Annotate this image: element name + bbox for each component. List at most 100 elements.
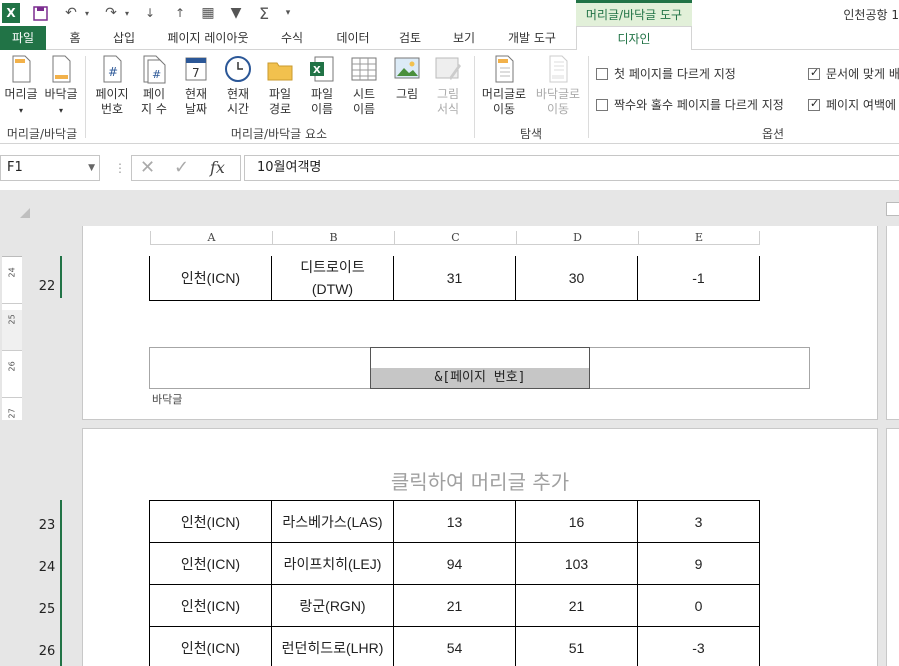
table-cell[interactable]: 94 — [393, 542, 516, 585]
tab-file[interactable]: 파일 — [0, 26, 46, 50]
filter-icon[interactable]: ▼ — [226, 3, 246, 23]
diff-odd-even-label: 짝수와 홀수 페이지를 다르게 지정 — [614, 98, 784, 112]
table-cell[interactable]: 인천(ICN) — [149, 542, 272, 585]
file-name-button[interactable]: X 파일 이름 — [302, 54, 342, 117]
current-time-button[interactable]: 현재 시간 — [218, 54, 258, 117]
table-cell[interactable]: 51 — [515, 626, 638, 666]
tab-view[interactable]: 보기 — [444, 26, 484, 50]
name-box-value: F1 — [7, 160, 23, 175]
undo-icon[interactable]: ↶ — [60, 3, 82, 23]
row-header-26[interactable]: 26 — [34, 626, 62, 666]
goto-header-label-1: 머리글로 — [481, 87, 527, 101]
column-header-c[interactable]: C — [394, 231, 516, 245]
tab-page-layout[interactable]: 페이지 레이아웃 — [158, 26, 258, 50]
name-box-dropdown-icon[interactable]: ▼ — [88, 156, 95, 180]
tab-developer[interactable]: 개발 도구 — [500, 26, 564, 50]
table-cell[interactable]: 31 — [393, 256, 516, 301]
diff-first-page-label: 첫 페이지를 다르게 지정 — [614, 67, 736, 81]
enter-icon[interactable]: ✓ — [174, 157, 189, 178]
tab-data[interactable]: 데이터 — [328, 26, 378, 50]
folder-icon — [267, 62, 293, 81]
table-cell[interactable]: 30 — [515, 256, 638, 301]
table-cell[interactable]: 16 — [515, 500, 638, 543]
current-date-button[interactable]: 7 현재 날짜 — [176, 54, 216, 117]
tab-design[interactable]: 디자인 — [576, 26, 692, 51]
table-cell[interactable]: 랑군(RGN) — [271, 584, 394, 627]
format-picture-button[interactable]: 그림 서식 — [428, 54, 468, 117]
scale-with-document-checkbox[interactable]: 문서에 맞게 배 — [808, 65, 899, 82]
select-all-icon[interactable] — [20, 208, 30, 218]
group-elements-label: 머리글/바닥글 요소 — [230, 127, 328, 141]
redo-dropdown-icon[interactable]: ▾ — [122, 3, 132, 23]
page-2-right-neighbor — [886, 428, 899, 666]
goto-footer-button[interactable]: 바닥글로 이동 — [532, 54, 584, 117]
ribbon: 머리글 ▾ 바닥글 ▾ 머리글/바닥글 # 페이지 번호 # 페이 지 수 7 현재 날짜… — [0, 50, 899, 144]
column-header-d[interactable]: D — [516, 231, 638, 245]
tab-insert[interactable]: 삽입 — [104, 26, 144, 50]
window-title: 인천공항 1 — [843, 8, 899, 22]
tab-formulas[interactable]: 수식 — [272, 26, 312, 50]
diff-first-page-checkbox[interactable]: 첫 페이지를 다르게 지정 — [596, 65, 736, 82]
page-count-button[interactable]: # 페이 지 수 — [136, 54, 172, 117]
table-cell[interactable]: 3 — [637, 500, 760, 543]
table-cell[interactable]: 0 — [637, 584, 760, 627]
redo-icon[interactable]: ↷ — [100, 3, 122, 23]
diff-odd-even-checkbox[interactable]: 짝수와 홀수 페이지를 다르게 지정 — [596, 96, 784, 113]
table-cell[interactable]: 라이프치히(LEJ) — [271, 542, 394, 585]
align-page-margins-checkbox[interactable]: 페이지 여백에 — [808, 96, 896, 113]
table-cell[interactable]: 21 — [393, 584, 516, 627]
insert-function-icon[interactable]: fx — [210, 158, 225, 177]
footer-center-section[interactable]: &[페이지 번호] — [370, 347, 590, 389]
column-header-b[interactable]: B — [272, 231, 394, 245]
tab-review[interactable]: 검토 — [392, 26, 428, 50]
row-header-24[interactable]: 24 — [34, 542, 62, 584]
name-box[interactable]: F1 ▼ — [0, 155, 100, 181]
file-path-label-2: 경로 — [268, 102, 292, 116]
file-path-button[interactable]: 파일 경로 — [260, 54, 300, 117]
table-cell[interactable]: 라스베가스(LAS) — [271, 500, 394, 543]
formula-input[interactable]: 10월여객명 — [244, 155, 899, 181]
table-cell[interactable]: 21 — [515, 584, 638, 627]
page-number-button[interactable]: # 페이지 번호 — [90, 54, 134, 117]
table-cell[interactable]: 인천(ICN) — [149, 626, 272, 666]
worksheet-page-layout[interactable]: A B C D E 24 25 26 27 22 인천(ICN) 디트로이트 (… — [0, 190, 899, 666]
table-cell[interactable]: 디트로이트 (DTW) — [271, 256, 394, 301]
save-icon[interactable] — [30, 3, 50, 23]
formula-bar: F1 ▼ ⋮ ✕ ✓ fx 10월여객명 — [0, 145, 899, 190]
excel-logo-icon[interactable]: X — [2, 3, 20, 23]
table-cell[interactable]: 13 — [393, 500, 516, 543]
cancel-icon[interactable]: ✕ — [140, 157, 155, 178]
column-header-a[interactable]: A — [150, 231, 272, 245]
undo-dropdown-icon[interactable]: ▾ — [82, 3, 92, 23]
header-button[interactable]: 머리글 ▾ — [2, 54, 40, 118]
table-cell[interactable]: 인천(ICN) — [149, 584, 272, 627]
column-header-e[interactable]: E — [638, 231, 760, 245]
table-cell[interactable]: 103 — [515, 542, 638, 585]
table-cell[interactable]: 9 — [637, 542, 760, 585]
scale-with-document-label: 문서에 맞게 배 — [826, 67, 899, 81]
row-header-25[interactable]: 25 — [34, 584, 62, 626]
table-row: 인천(ICN) 런던히드로(LHR) 54 51 -3 — [149, 626, 760, 666]
customize-toolbar-icon[interactable]: ▾ — [282, 3, 294, 23]
table-cell[interactable]: 54 — [393, 626, 516, 666]
sort-ascending-icon[interactable]: ↓ — [140, 3, 160, 23]
header-placeholder[interactable]: 클릭하여 머리글 추가 — [82, 466, 878, 495]
sort-descending-icon[interactable]: ↑ — [170, 3, 190, 23]
row-header-22[interactable]: 22 — [34, 256, 62, 298]
table-cell[interactable]: 인천(ICN) — [149, 500, 272, 543]
picture-button[interactable]: 그림 — [388, 54, 426, 102]
form-icon[interactable]: ▦ — [198, 3, 218, 23]
tab-home[interactable]: 홈 — [60, 26, 90, 50]
table-row: 인천(ICN) 랑군(RGN) 21 21 0 — [149, 584, 760, 627]
table-cell[interactable]: -3 — [637, 626, 760, 666]
footer-icon — [52, 55, 71, 83]
table-cell[interactable]: 런던히드로(LHR) — [271, 626, 394, 666]
sheet-name-button[interactable]: 시트 이름 — [344, 54, 384, 117]
row-header-23[interactable]: 23 — [34, 500, 62, 542]
table-cell[interactable]: -1 — [637, 256, 760, 301]
sum-icon[interactable]: Σ — [254, 3, 274, 23]
goto-header-button[interactable]: 머리글로 이동 — [478, 54, 530, 117]
current-time-label-2: 시간 — [226, 102, 250, 116]
footer-button[interactable]: 바닥글 ▾ — [42, 54, 80, 118]
table-cell[interactable]: 인천(ICN) — [149, 256, 272, 301]
